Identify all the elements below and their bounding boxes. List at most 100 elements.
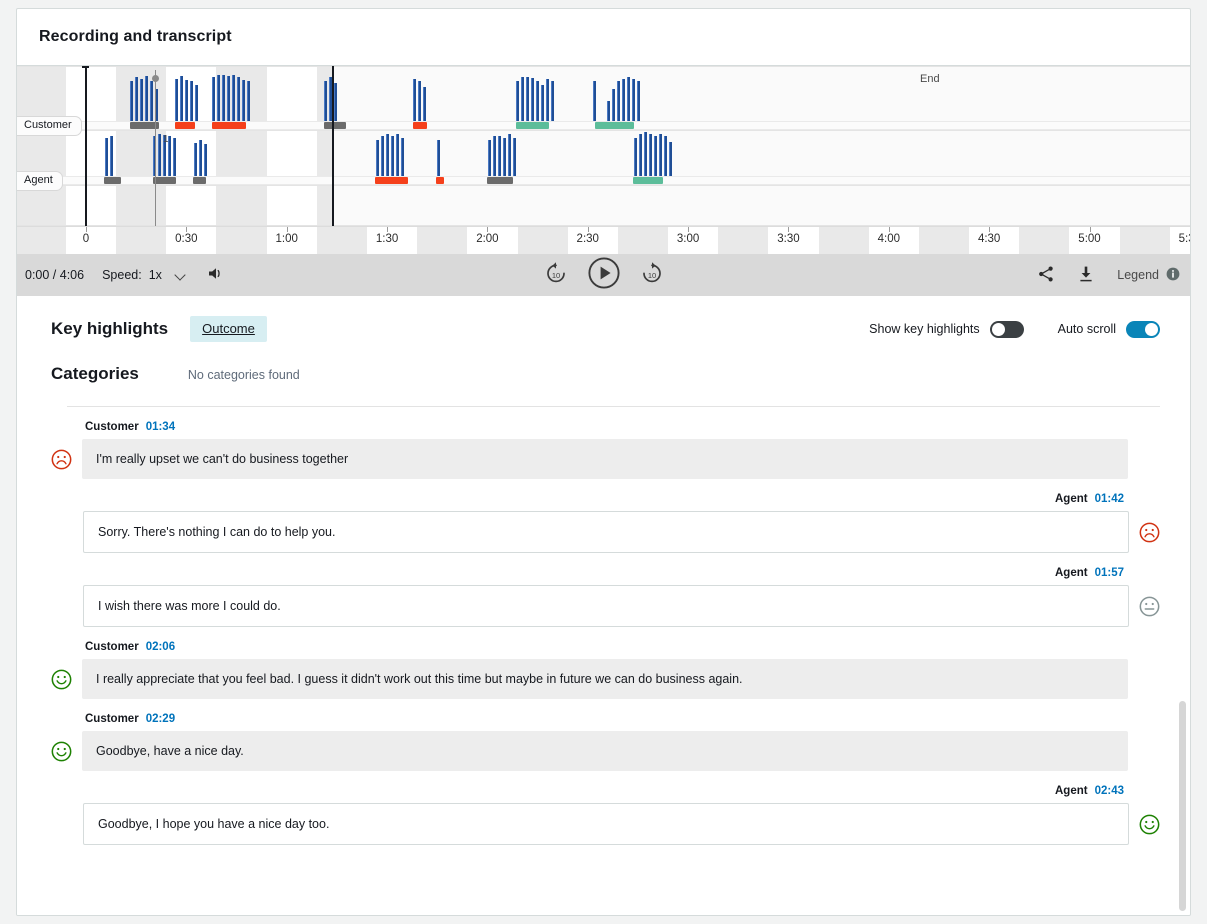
message-meta: Customer 01:34 [51,421,1160,433]
message-speaker: Customer [85,713,139,725]
speed-label: Speed: [102,268,142,282]
speaker-label-agent: Agent [17,171,63,191]
categories-empty-text: No categories found [187,368,300,382]
sentiment-segment [633,177,663,184]
share-icon[interactable] [1037,265,1055,286]
toggle-group: Show key highlights Auto scroll [869,320,1160,338]
axis-tick-label: 0 [82,233,90,245]
transcript-message: Agent 01:42 Sorry. There's nothing I can d… [51,493,1160,553]
message-time[interactable]: 01:34 [146,421,175,433]
axis-tick-label: 1:00 [275,233,298,245]
sentiment-segment [375,177,408,184]
marker-line-1 [155,70,156,226]
axis-tick-label: 4:30 [977,233,1001,245]
message-speaker: Agent [1054,493,1088,505]
speaker-label-customer: Customer [17,116,82,136]
section-divider [67,406,1160,407]
legend-label[interactable]: Legend [1117,268,1159,282]
categories-title: Categories [51,364,139,383]
download-icon[interactable] [1077,265,1095,286]
transcript-message: Customer 01:34 I'm really upset we can't … [51,421,1160,479]
sentiment-positive-icon [51,741,72,761]
forward-10-button[interactable]: 10 [639,260,665,291]
time-display: 0:00 / 4:06 [25,268,85,282]
outcome-chip[interactable]: Outcome [190,316,267,342]
axis-tick-label: 3:30 [777,233,800,245]
sentiment-negative-icon [1139,522,1160,542]
time-axis[interactable]: 0 0:30 1:00 1:30 2:00 2:30 3:00 3:30 4:00 4:30 5:0… [17,226,1190,254]
message-meta: Agent 01:57 [51,567,1160,579]
sentiment-segment [153,177,176,184]
transcript-scrollbar[interactable] [1179,701,1186,911]
axis-tick-label: 4:00 [877,233,900,245]
playhead [85,66,87,226]
auto-scroll-toggle[interactable] [1126,320,1160,338]
sentiment-segment [516,122,549,129]
player-controls: 0:00 / 4:06 Speed: 1x 10 10 Legend [17,254,1190,296]
transcript-message: Customer 02:29 Goodbye, have a nice day. [51,713,1160,771]
transcript-list: Customer 01:34 I'm really upset we can't … [17,421,1190,845]
rewind-10-button[interactable]: 10 [543,260,569,291]
transcript-message: Customer 02:06 I really appreciate that y… [51,641,1160,699]
info-icon[interactable] [1166,267,1180,284]
sentiment-positive-icon [1139,814,1160,834]
show-key-highlights-label: Show key highlights [869,322,980,336]
sentiment-segment [212,122,246,129]
sentiment-segment [193,177,206,184]
message-speaker: Customer [85,641,139,653]
sentiment-segment [413,122,427,129]
message-time[interactable]: 02:43 [1095,785,1124,797]
message-bubble[interactable]: Sorry. There's nothing I can do to help … [83,511,1129,553]
transcript-message: Agent 02:43 Goodbye, I hope you have a nic… [51,785,1160,845]
message-bubble[interactable]: Goodbye, I hope you have a nice day too. [83,803,1129,845]
message-time[interactable]: 02:06 [146,641,175,653]
show-key-highlights-toggle[interactable] [989,320,1024,338]
svg-text:10: 10 [647,271,655,280]
message-bubble[interactable]: I wish there was more I could do. [83,585,1129,627]
sentiment-neutral-icon [1139,596,1160,616]
volume-icon[interactable] [207,266,225,284]
speed-value[interactable]: 1x [149,268,162,282]
marker-label-1: 1 [163,134,169,145]
message-meta: Customer 02:06 [51,641,1160,653]
message-bubble[interactable]: I'm really upset we can't do business to… [82,439,1128,479]
page-root: Recording and transcript Customer Agent … [0,0,1207,924]
sentiment-segment [104,177,121,184]
message-speaker: Agent [1054,567,1088,579]
message-speaker: Customer [85,421,139,433]
sentiment-segment [324,122,346,129]
recording-transcript-card: Recording and transcript Customer Agent … [16,8,1191,916]
key-highlights-row: Key highlights Outcome Show key highligh… [17,296,1190,342]
message-bubble[interactable]: Goodbye, have a nice day. [82,731,1128,771]
play-button[interactable] [587,256,621,295]
sentiment-negative-icon [51,449,72,469]
sentiment-segment [595,122,634,129]
message-meta: Customer 02:29 [51,713,1160,725]
chevron-down-icon[interactable] [176,270,187,281]
toggle-knob [1145,322,1158,336]
message-bubble[interactable]: I really appreciate that you feel bad. I… [82,659,1128,699]
sentiment-segment [436,177,444,184]
svg-text:10: 10 [551,271,559,280]
waveform-panel[interactable]: Customer Agent 1 End [17,66,1190,226]
marker-dot-1 [152,75,159,82]
waveform-canvas[interactable] [17,66,1190,226]
axis-tick-label: 2:00 [476,233,499,245]
toggle-knob [991,322,1005,336]
message-meta: Agent 01:42 [51,493,1160,505]
message-time[interactable]: 01:42 [1095,493,1124,505]
axis-tick-label: 3:00 [676,233,700,245]
end-marker-label: End [920,73,940,85]
transcript-message: Agent 01:57 I wish there was more I could … [51,567,1160,627]
sentiment-segment [175,122,195,129]
axis-tick-label: 2:30 [576,233,599,245]
sentiment-segment [487,177,513,184]
player-controls-left: 0:00 / 4:06 Speed: 1x [17,266,225,284]
end-marker-line [331,66,334,226]
sentiment-positive-icon [51,669,72,689]
auto-scroll-label: Auto scroll [1057,322,1116,336]
message-time[interactable]: 02:29 [146,713,175,725]
player-controls-right: Legend [1037,265,1180,286]
axis-tick-label: 1:30 [375,233,399,245]
message-time[interactable]: 01:57 [1095,567,1124,579]
